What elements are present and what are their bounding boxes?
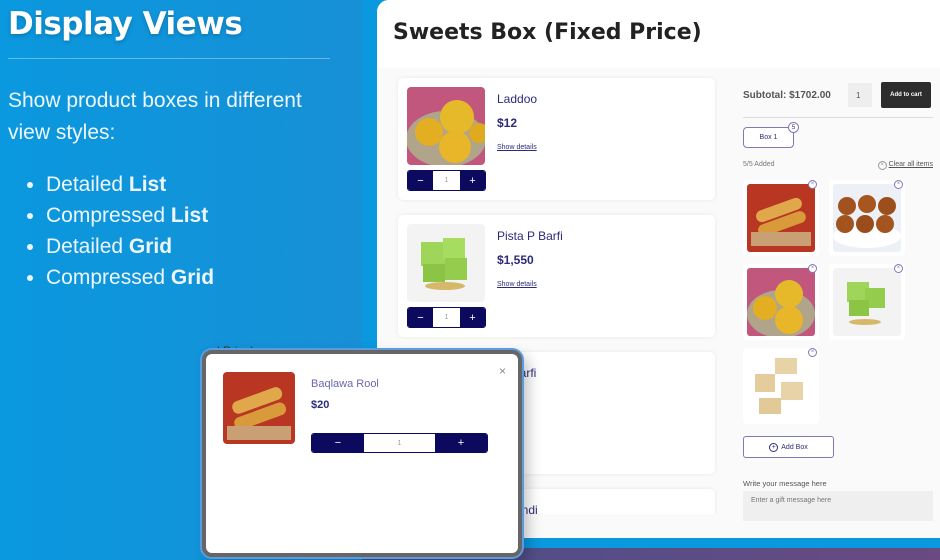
add-box-button[interactable]: + Add Box	[743, 436, 834, 458]
clear-icon: ×	[877, 161, 887, 170]
increase-button[interactable]: +	[460, 308, 485, 327]
increase-button[interactable]: +	[435, 434, 487, 452]
product-card: Laddoo $12 Show details − 1 +	[398, 78, 715, 200]
product-price: $1,550	[497, 253, 534, 267]
hero-description: Show product boxes in different view sty…	[8, 89, 302, 144]
quantity-input[interactable]: 1	[364, 434, 435, 452]
gift-message-input[interactable]	[743, 491, 933, 521]
increase-button[interactable]: +	[460, 171, 485, 190]
decrease-button[interactable]: −	[408, 308, 433, 327]
subtotal-row: Subtotal: $1702.00 1 Add to cart	[743, 81, 933, 109]
status-row: 5/5 Added × Clear all items	[743, 161, 933, 170]
product-price: $20	[311, 399, 330, 411]
clear-all-button[interactable]: × Clear all items	[877, 161, 933, 170]
close-icon[interactable]: ×	[499, 364, 506, 378]
add-circle-icon: +	[769, 442, 779, 452]
remove-item-icon[interactable]: ×	[808, 180, 817, 189]
product-image-pista-barfi[interactable]	[407, 224, 485, 302]
box-item-laddoo: ×	[743, 264, 819, 340]
show-details-link[interactable]: Show details	[497, 281, 563, 288]
product-name: Laddoo	[497, 92, 538, 106]
box-item-pista-barfi: ×	[829, 264, 905, 340]
product-info: Pista P Barfi $1,550 Show details	[497, 229, 563, 288]
product-name: Baqlawa Rool	[311, 378, 379, 390]
cart-quantity-input[interactable]: 1	[848, 83, 872, 107]
hero-panel: Display Views Show product boxes in diff…	[8, 0, 338, 293]
remove-item-icon[interactable]: ×	[894, 264, 903, 273]
product-name: Pista P Barfi	[497, 229, 563, 243]
remove-item-icon[interactable]: ×	[894, 180, 903, 189]
quantity-input[interactable]: 1	[433, 308, 460, 327]
box-item-baqlawa: ×	[743, 180, 819, 256]
decrease-button[interactable]: −	[312, 434, 364, 452]
product-price: $12	[497, 116, 518, 130]
show-details-link[interactable]: Show details	[497, 144, 537, 151]
page-title: Sweets Box (Fixed Price)	[393, 20, 702, 45]
box-item-gulab-jamun: ×	[829, 180, 905, 256]
product-image-laddoo[interactable]	[407, 87, 485, 165]
quantity-stepper: − 1 +	[311, 433, 488, 453]
quantity-input[interactable]: 1	[433, 171, 460, 190]
product-info: Laddoo $12 Show details	[497, 92, 537, 151]
subtotal: Subtotal: $1702.00	[743, 89, 831, 101]
box-sidebar: Subtotal: $1702.00 1 Add to cart Box 1 5…	[743, 68, 933, 526]
remove-item-icon[interactable]: ×	[808, 348, 817, 357]
quantity-stepper: − 1 +	[407, 307, 486, 328]
product-image-baqlawa	[223, 372, 295, 444]
hero-title: Display Views	[8, 6, 243, 42]
view-styles-list: Detailed List Compressed List Detailed G…	[8, 169, 338, 293]
view-style-item: Compressed List	[46, 200, 338, 231]
view-style-item: Detailed List	[46, 169, 338, 200]
add-to-cart-button[interactable]: Add to cart	[881, 82, 931, 108]
remove-item-icon[interactable]: ×	[808, 264, 817, 273]
box-tab[interactable]: Box 1 5	[743, 122, 799, 148]
quantity-stepper: − 1 +	[407, 170, 486, 191]
view-style-item: Compressed Grid	[46, 262, 338, 293]
box-items-grid: × × × × ×	[743, 180, 933, 424]
added-status: 5/5 Added	[743, 161, 775, 168]
compressed-view-popup: Baqlawa Rool $20 × − 1 +	[202, 350, 522, 557]
box-count-badge: 5	[788, 122, 799, 133]
divider	[743, 117, 933, 118]
box-item-kaju-barfi: ×	[743, 348, 819, 424]
store-header: Sweets Box (Fixed Price)	[377, 0, 940, 68]
message-label: Write your message here	[743, 479, 827, 488]
box-tab-label: Box 1	[759, 134, 778, 141]
decrease-button[interactable]: −	[408, 171, 433, 190]
divider	[8, 58, 330, 59]
view-style-item: Detailed Grid	[46, 231, 338, 262]
product-card: Pista P Barfi $1,550 Show details − 1 +	[398, 215, 715, 337]
